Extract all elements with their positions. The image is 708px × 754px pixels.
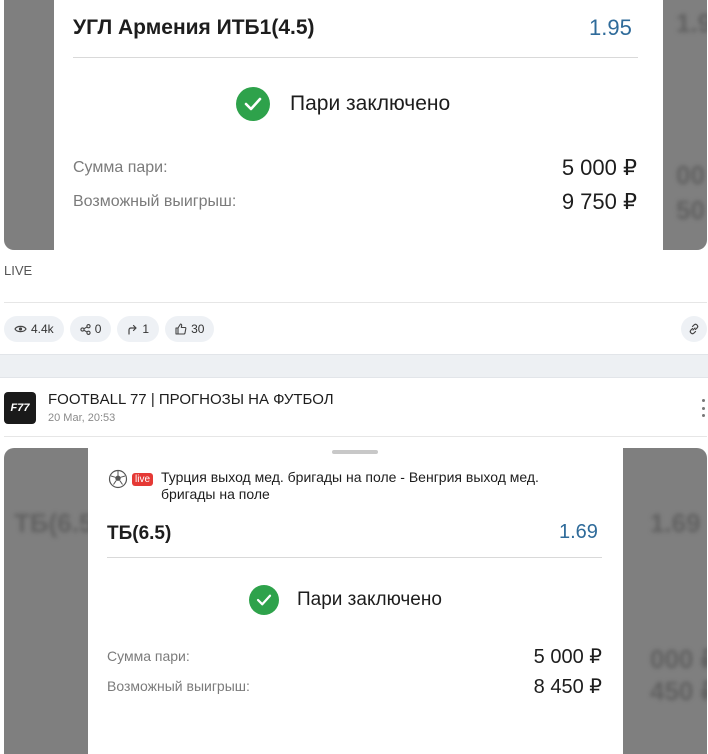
- stake-value: 5 000 ₽: [533, 646, 602, 668]
- bet-card: live Турция выход мед. бригады на поле -…: [88, 448, 623, 754]
- blurred-win: 50 ₽: [676, 195, 707, 225]
- likes-count: 30: [191, 322, 205, 336]
- eye-icon: [14, 325, 27, 333]
- stake-label: Сумма пари:: [107, 648, 190, 664]
- blurred-odds: 1.69: [650, 508, 701, 538]
- share-button[interactable]: 0: [69, 316, 112, 342]
- bet-odds: 1.95: [589, 15, 632, 40]
- bet-screenshot-2[interactable]: ТБ(6.5) 1.69 000 ₽ 450 ₽ live Турция вых…: [4, 448, 707, 754]
- post-actions: 4.4k 0 1 30: [4, 316, 215, 342]
- bet-status-text: Пари заключено: [297, 589, 442, 610]
- sheet-grabber[interactable]: [332, 450, 378, 454]
- divider: [4, 302, 707, 303]
- views-count: 4.4k: [31, 322, 54, 336]
- more-options-button[interactable]: [700, 399, 706, 417]
- bet-odds: 1.69: [559, 521, 598, 543]
- blurred-odds: 1.95: [676, 8, 707, 38]
- stake-value: 5 000 ₽: [561, 155, 637, 180]
- bet-title: ТБ(6.5): [107, 523, 172, 544]
- soccer-ball-icon: [108, 469, 128, 489]
- bet-screenshot-1[interactable]: 1.95 00 ₽ 50 ₽ УГЛ Армения ИТБ1(4.5) 1.9…: [4, 0, 707, 250]
- dot-icon: [701, 414, 705, 417]
- win-label: Возможный выигрыш:: [107, 678, 250, 694]
- win-value: 8 450 ₽: [533, 676, 602, 698]
- divider: [73, 57, 638, 58]
- blurred-win: 450 ₽: [650, 676, 707, 706]
- post-separator: [0, 354, 708, 378]
- post-time: 20 Mar, 20:53: [48, 412, 116, 424]
- dot-icon: [701, 399, 705, 402]
- channel-avatar[interactable]: F77: [4, 392, 36, 424]
- blurred-stake: 00 ₽: [676, 160, 707, 190]
- share-icon: [80, 323, 91, 335]
- check-icon: [249, 585, 279, 615]
- feed: 1.95 00 ₽ 50 ₽ УГЛ Армения ИТБ1(4.5) 1.9…: [0, 0, 708, 754]
- match-name: Турция выход мед. бригады на поле - Венг…: [161, 469, 539, 502]
- win-value: 9 750 ₽: [561, 189, 637, 214]
- post-caption: LIVE: [4, 263, 33, 278]
- shares-count: 0: [94, 322, 102, 336]
- thumbs-up-icon: [175, 323, 187, 335]
- channel-name[interactable]: FOOTBALL 77 | ПРОГНОЗЫ НА ФУТБОЛ: [48, 391, 334, 408]
- bet-card: УГЛ Армения ИТБ1(4.5) 1.95 Пари заключен…: [54, 0, 663, 250]
- reposts-count: 1: [142, 322, 150, 336]
- dot-icon: [701, 406, 705, 410]
- blurred-stake: 000 ₽: [650, 644, 707, 674]
- bet-status: Пари заключено: [236, 87, 450, 121]
- stake-label: Сумма пари:: [73, 159, 168, 176]
- win-label: Возможный выигрыш:: [73, 193, 237, 210]
- bet-title: УГЛ Армения ИТБ1(4.5): [73, 16, 315, 39]
- check-icon: [236, 87, 270, 121]
- match-row: live Турция выход мед. бригады на поле -…: [108, 469, 578, 503]
- views-counter: 4.4k: [4, 316, 64, 342]
- link-icon: [689, 323, 699, 335]
- live-badge: live: [132, 473, 154, 486]
- divider: [107, 557, 602, 558]
- bet-status-text: Пари заключено: [290, 92, 451, 115]
- repost-icon: [128, 324, 137, 335]
- like-button[interactable]: 30: [165, 316, 215, 342]
- repost-button[interactable]: 1: [117, 316, 160, 342]
- bet-status: Пари заключено: [249, 585, 442, 615]
- copy-link-button[interactable]: [681, 316, 707, 342]
- divider: [4, 436, 707, 437]
